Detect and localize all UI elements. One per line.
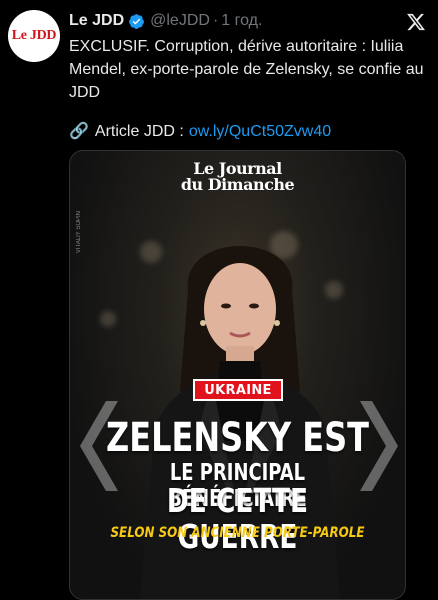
avatar-logo-text: Le JDD bbox=[11, 28, 57, 43]
tweet-timestamp[interactable]: 1 год. bbox=[221, 12, 262, 30]
headline-line1: ZELENSKY EST bbox=[106, 415, 369, 461]
photo-credit: VITALIY SOPIN bbox=[76, 211, 82, 254]
tweet-text: EXCLUSIF. Corruption, dérive autoritaire… bbox=[69, 35, 425, 104]
jdd-masthead-logo: Le Journal du Dimanche bbox=[70, 161, 405, 193]
ukraine-badge: UKRAINE bbox=[193, 379, 283, 401]
tweet-card[interactable]: Le JDD Le JDD @leJDD · 1 год. EXCLUSIF. … bbox=[0, 0, 438, 600]
tweet-body: EXCLUSIF. Corruption, dérive autoritaire… bbox=[69, 38, 424, 101]
header-separator: · bbox=[212, 12, 219, 29]
article-link[interactable]: ow.ly/QuCt50Zvw40 bbox=[189, 121, 331, 143]
headline-line3: DE CETTE GUERRE bbox=[166, 481, 309, 556]
masthead-line2: du Dimanche bbox=[180, 175, 295, 194]
link-chain-icon: 🔗 bbox=[69, 123, 89, 140]
author-name[interactable]: Le JDD bbox=[69, 12, 124, 30]
author-handle[interactable]: @leJDD bbox=[150, 12, 210, 30]
headline-subline: SELON SON ANCIENNE PORTE-PAROLE bbox=[110, 525, 365, 541]
tweet-header: Le JDD @leJDD · 1 год. bbox=[69, 10, 262, 32]
tweet-media-image[interactable]: Le Journal du Dimanche VITALIY SOPIN UKR… bbox=[69, 150, 406, 600]
avatar[interactable]: Le JDD bbox=[8, 10, 60, 62]
x-logo-icon bbox=[407, 13, 426, 31]
verified-badge-icon bbox=[129, 13, 145, 29]
article-link-line: 🔗 Article JDD : ow.ly/QuCt50Zvw40 bbox=[69, 121, 331, 143]
link-prefix: Article JDD : bbox=[94, 123, 184, 140]
